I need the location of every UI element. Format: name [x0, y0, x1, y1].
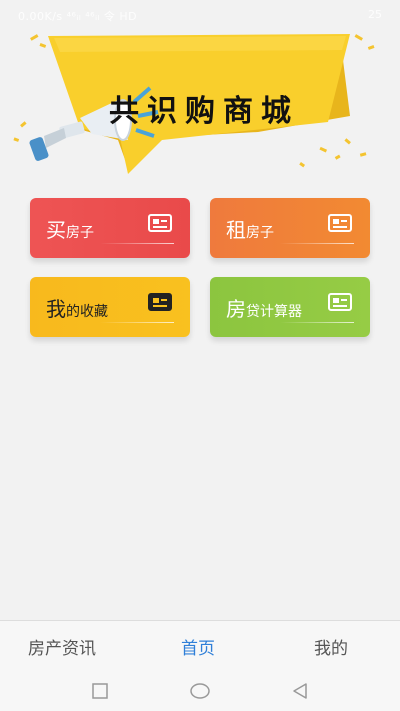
- status-bar: 0.00K/s ⁴⁶ᵢₗ ⁴⁶ᵢₗ 令 HD 25: [0, 0, 400, 30]
- bottom-tab-bar: 房产资讯 首页 我的: [0, 620, 400, 671]
- id-card-icon: [148, 293, 172, 311]
- card-label: 买房子: [46, 218, 94, 242]
- card-label: 房贷计算器: [226, 297, 302, 321]
- card-divider: [280, 322, 354, 323]
- mortgage-calculator-card[interactable]: 房贷计算器: [210, 277, 370, 337]
- tab-mine[interactable]: 我的: [314, 634, 348, 659]
- system-nav-bar: [0, 671, 400, 711]
- buy-house-card[interactable]: 买房子: [30, 198, 190, 258]
- status-indicators: 0.00K/s ⁴⁶ᵢₗ ⁴⁶ᵢₗ 令 HD: [18, 10, 138, 23]
- card-divider: [100, 243, 174, 244]
- id-card-icon: [328, 214, 352, 232]
- card-label: 我的收藏: [46, 297, 108, 321]
- tab-house-news[interactable]: 房产资讯: [28, 634, 96, 659]
- card-divider: [280, 243, 354, 244]
- id-card-icon: [328, 293, 352, 311]
- banner-title: 共识购商城: [109, 94, 299, 129]
- card-divider: [100, 322, 174, 323]
- battery-indicator: 25: [368, 8, 382, 21]
- my-favorites-card[interactable]: 我的收藏: [30, 277, 190, 337]
- id-card-icon: [148, 214, 172, 232]
- rent-house-card[interactable]: 租房子: [210, 198, 370, 258]
- promo-banner: 共识购商城: [0, 28, 400, 178]
- recent-apps-icon[interactable]: [90, 681, 110, 701]
- card-label: 租房子: [226, 218, 274, 242]
- home-icon[interactable]: [190, 681, 210, 701]
- tab-home[interactable]: 首页: [181, 634, 215, 659]
- back-icon[interactable]: [290, 681, 310, 701]
